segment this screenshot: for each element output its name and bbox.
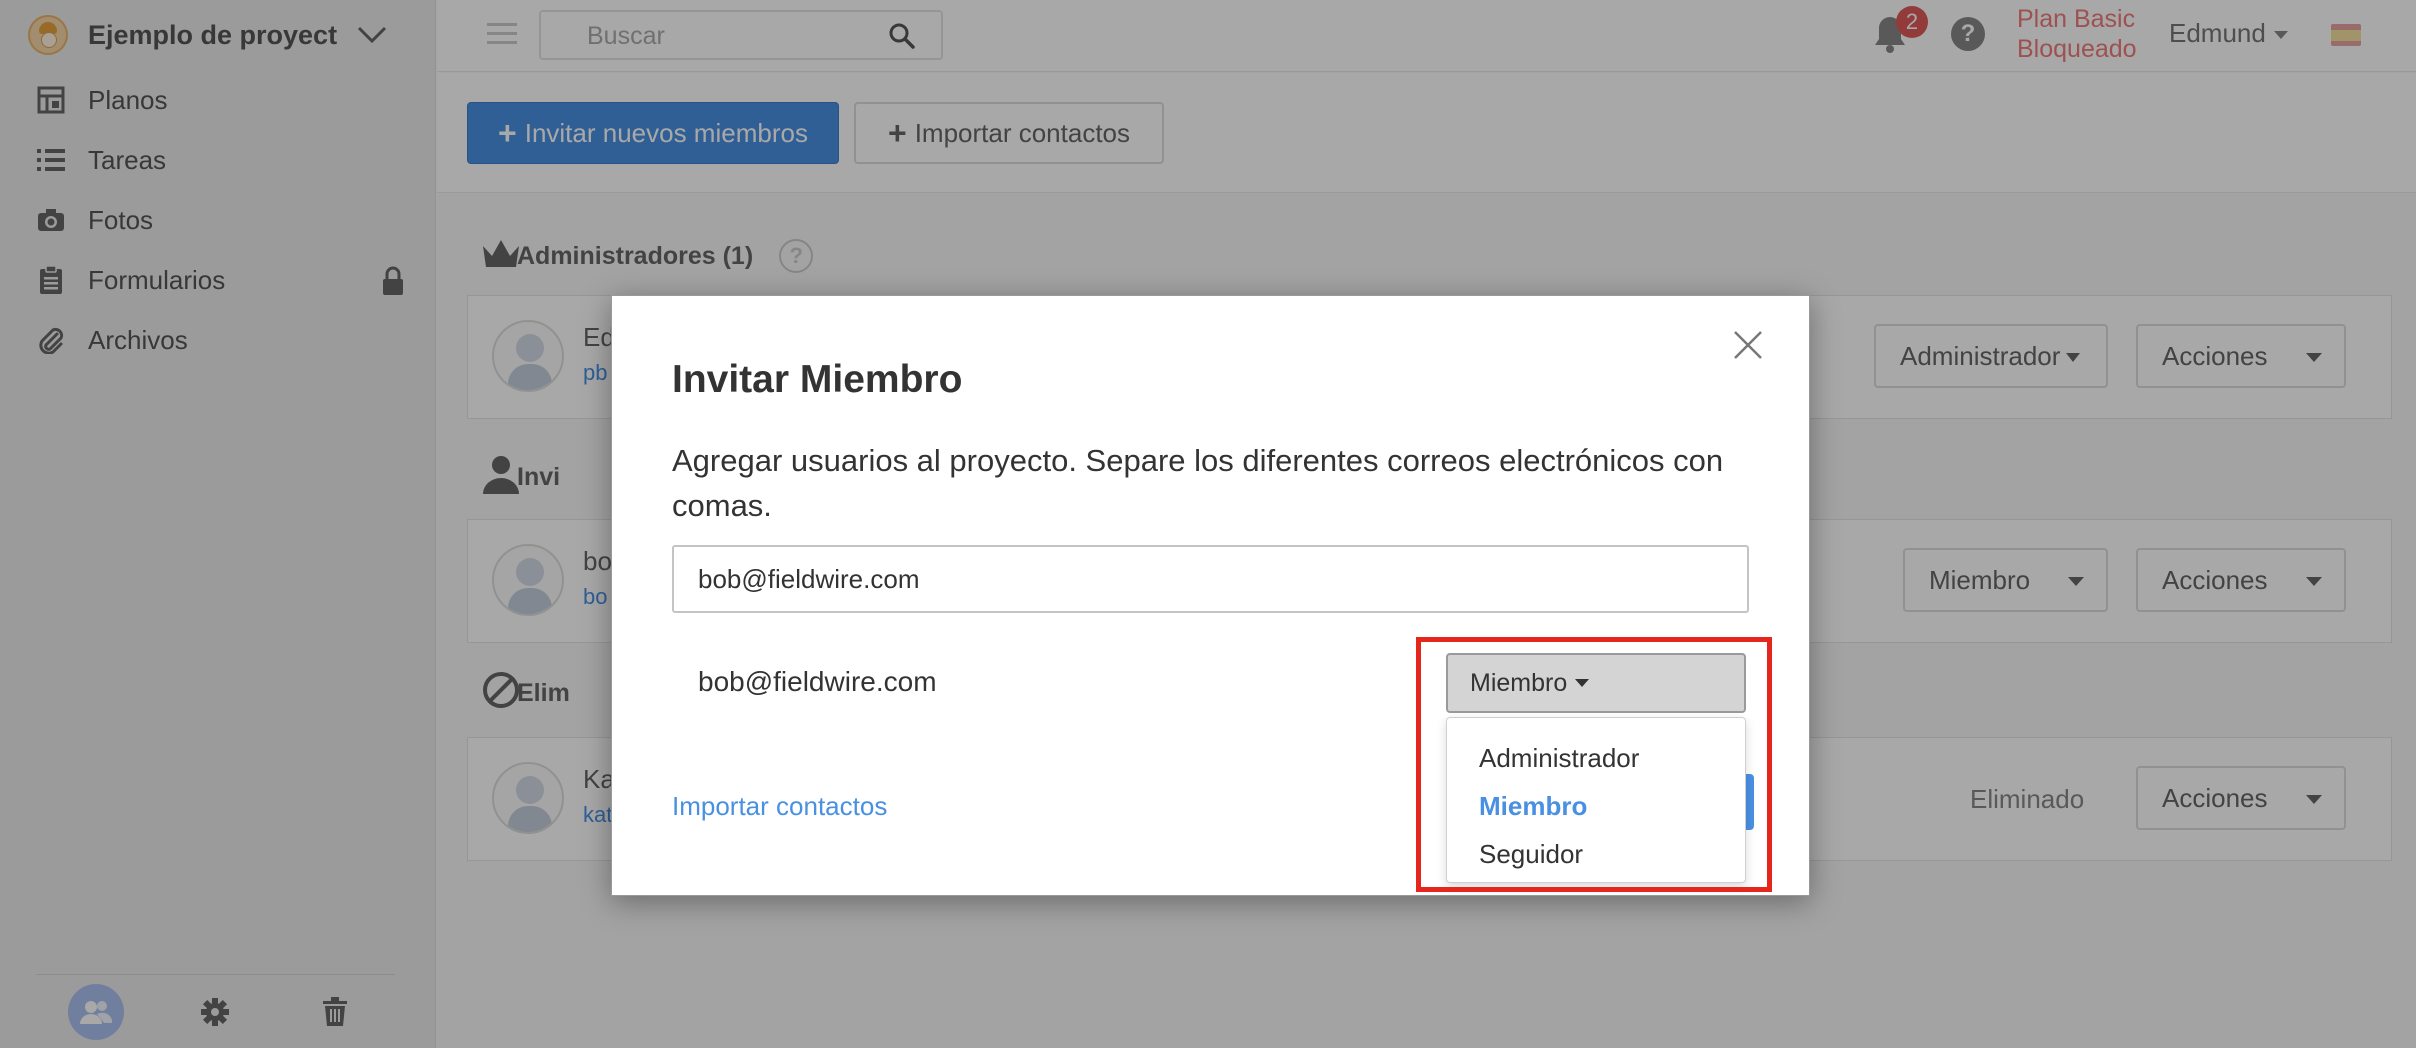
role-option-seguidor[interactable]: Seguidor: [1447, 830, 1745, 878]
close-icon[interactable]: [1733, 330, 1763, 360]
email-field[interactable]: [672, 545, 1749, 613]
role-dropdown-menu: Administrador Miembro Seguidor: [1446, 717, 1746, 883]
invite-member-modal: Invitar Miembro Agregar usuarios al proy…: [611, 295, 1810, 896]
role-dropdown-label: Miembro: [1470, 668, 1568, 697]
caret-down-icon: [1575, 679, 1590, 687]
role-option-miembro[interactable]: Miembro: [1447, 782, 1745, 830]
modal-title: Invitar Miembro: [672, 358, 963, 401]
invitee-email: bob@fieldwire.com: [698, 666, 937, 697]
role-dropdown-button[interactable]: Miembro: [1446, 653, 1746, 713]
import-contacts-link[interactable]: Importar contactos: [672, 791, 887, 822]
role-option-administrador[interactable]: Administrador: [1447, 734, 1745, 782]
modal-description: Agregar usuarios al proyecto. Separe los…: [672, 443, 1724, 523]
invite-submit-button[interactable]: [1746, 774, 1754, 830]
